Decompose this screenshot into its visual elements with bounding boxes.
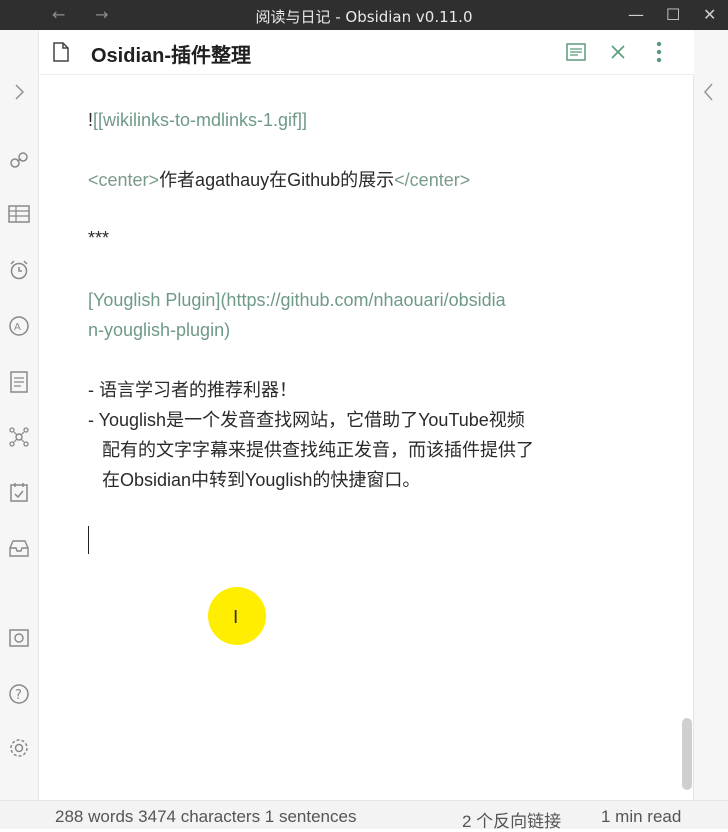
text-cursor — [88, 526, 89, 554]
help-icon[interactable]: ? — [7, 682, 31, 706]
maximize-button[interactable]: ☐ — [666, 5, 680, 24]
preview-toggle-icon[interactable] — [564, 40, 588, 64]
translate-icon[interactable]: A — [7, 314, 31, 338]
more-options-icon[interactable] — [647, 40, 671, 64]
right-ribbon — [693, 30, 728, 800]
chevron-right-icon[interactable] — [7, 80, 31, 104]
markdown-link-url[interactable]: (https://github.com/nhaouari/obsidia — [220, 290, 505, 310]
list-item: - Youglish是一个发音查找网站，它借助了YouTube视频 — [88, 410, 525, 430]
embed-line: ![[wikilinks-to-mdlinks-1.gif]] — [88, 105, 307, 135]
scrollbar[interactable] — [680, 78, 694, 798]
markdown-link-text[interactable]: [Youglish Plugin] — [88, 290, 220, 310]
pane-header: Osidian-插件整理 — [39, 30, 694, 75]
scrollbar-thumb[interactable] — [682, 718, 692, 790]
center-text: 作者agathauy在Github的展示 — [159, 170, 395, 190]
minimize-button[interactable]: — — [628, 5, 644, 24]
wikilink[interactable]: [[wikilinks-to-mdlinks-1.gif]] — [93, 110, 307, 130]
close-window-button[interactable]: ✕ — [703, 5, 716, 24]
calendar-check-icon[interactable] — [7, 480, 31, 504]
vault-icon[interactable] — [7, 626, 31, 650]
editor[interactable]: ![[wikilinks-to-mdlinks-1.gif]] <center>… — [39, 75, 679, 800]
horizontal-rule: *** — [88, 228, 110, 248]
html-open-tag: <center> — [88, 170, 160, 190]
title-bar: ← → 阅读与日记 - Obsidian v0.11.0 — ☐ ✕ — [0, 0, 728, 30]
read-time: 1 min read — [601, 807, 682, 826]
status-bar: 288 words 3474 characters 1 sentences 2 … — [0, 800, 728, 832]
link-icon[interactable] — [7, 148, 31, 172]
table-icon[interactable] — [7, 202, 31, 226]
left-ribbon: A ? — [0, 30, 39, 828]
chevron-left-icon[interactable] — [702, 82, 716, 106]
list-item: - 语言学习者的推荐利器！ — [88, 380, 297, 400]
markdown-link-url-wrap[interactable]: n-youglish-plugin) — [88, 315, 230, 345]
center-line: <center>作者agathauy在Github的展示</center> — [88, 165, 470, 195]
svg-text:A: A — [14, 322, 21, 333]
html-close-tag: </center> — [394, 170, 471, 190]
list-item-continuation: 配有的文字字幕来提供查找纯正发音，而该插件提供了 — [102, 440, 534, 460]
file-icon — [53, 42, 69, 62]
window-title: 阅读与日记 - Obsidian v0.11.0 — [255, 8, 473, 26]
markdown-link-line: [Youglish Plugin](https://github.com/nha… — [88, 285, 506, 315]
pane-title: Osidian-插件整理 — [91, 45, 252, 67]
document-list-icon[interactable] — [7, 370, 31, 394]
backlinks-count[interactable]: 2 个反向链接 — [462, 807, 561, 832]
word-count: 288 words 3474 characters 1 sentences — [55, 807, 357, 826]
close-pane-icon[interactable] — [606, 40, 630, 64]
inbox-icon[interactable] — [7, 536, 31, 560]
ibeam-cursor-icon: I — [233, 607, 239, 628]
alarm-icon[interactable] — [7, 258, 31, 282]
settings-gear-icon[interactable] — [7, 736, 31, 760]
list-item-continuation: 在Obsidian中转到Youglish的快捷窗口。 — [102, 470, 421, 490]
svg-text:?: ? — [15, 688, 22, 703]
graph-view-icon[interactable] — [7, 425, 31, 449]
